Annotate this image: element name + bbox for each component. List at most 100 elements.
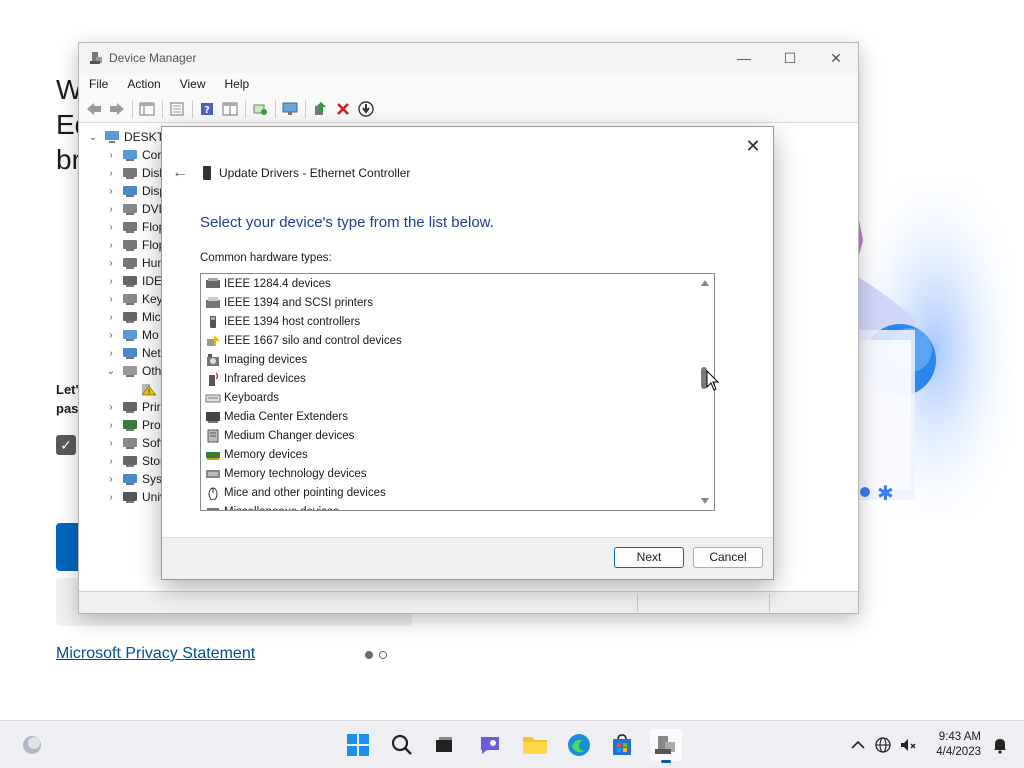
window-title: Device Manager (109, 51, 197, 65)
status-segment (769, 594, 770, 612)
expand-chevron-icon[interactable]: › (105, 420, 117, 431)
list-item-label: Medium Changer devices (224, 429, 355, 442)
toolbar-separator (162, 99, 163, 118)
chat-icon[interactable] (474, 729, 506, 761)
monitor-icon[interactable] (279, 99, 301, 119)
scroll-up-arrow-icon[interactable] (701, 280, 709, 286)
expand-chevron-icon[interactable]: › (105, 294, 117, 305)
show-hide-console-tree-icon[interactable] (136, 99, 158, 119)
forward-arrow-icon[interactable] (106, 99, 128, 119)
computer-icon (105, 131, 119, 143)
hardware-type-icon (207, 334, 220, 346)
svg-text:✱: ✱ (877, 481, 894, 505)
setup-checkbox[interactable]: ✓ (56, 435, 76, 455)
list-item-label: Keyboards (224, 391, 279, 404)
expand-chevron-icon[interactable]: › (105, 258, 117, 269)
maximize-button[interactable]: ☐ (767, 43, 813, 73)
expand-chevron-icon[interactable]: › (105, 348, 117, 359)
update-driver-icon[interactable] (309, 99, 331, 119)
clock[interactable]: 9:43 AM 4/4/2023 (936, 730, 981, 760)
expand-chevron-icon[interactable]: › (105, 474, 117, 485)
expand-chevron-icon[interactable]: › (105, 222, 117, 233)
uninstall-x-icon[interactable] (332, 99, 354, 119)
dialog-footer: Next Cancel (162, 537, 773, 579)
menu-help[interactable]: Help (225, 77, 250, 91)
minimize-button[interactable]: — (721, 43, 767, 73)
expand-chevron-icon[interactable]: › (105, 312, 117, 323)
list-item[interactable]: Infrared devices (201, 369, 714, 388)
list-item[interactable]: Miscellaneous devices (201, 502, 714, 510)
list-item[interactable]: Keyboards (201, 388, 714, 407)
menu-file[interactable]: File (89, 77, 108, 91)
help-icon[interactable]: ? (196, 99, 218, 119)
list-item-label: Infrared devices (224, 372, 306, 385)
page-dot[interactable] (379, 651, 387, 659)
start-windows-icon[interactable] (342, 729, 374, 761)
title-bar[interactable]: Device Manager — ☐ ✕ (79, 43, 858, 73)
expand-chevron-icon[interactable]: › (105, 402, 117, 413)
device-manager-taskbar-icon[interactable] (650, 729, 682, 763)
privacy-statement-link[interactable]: Microsoft Privacy Statement (56, 645, 255, 663)
list-item[interactable]: Memory devices (201, 445, 714, 464)
cancel-button[interactable]: Cancel (693, 547, 763, 568)
device-category-icon (123, 402, 137, 413)
close-window-button[interactable]: ✕ (813, 43, 859, 73)
hardware-types-list[interactable]: IEEE 1284.4 devices IEEE 1394 and SCSI pr… (200, 273, 715, 511)
list-item[interactable]: IEEE 1667 silo and control devices (201, 331, 714, 350)
toolbar: ? (79, 95, 858, 123)
notification-bell-icon[interactable] (984, 729, 1016, 761)
task-view-icon[interactable] (428, 729, 460, 761)
status-segment (637, 594, 638, 612)
collapse-chevron-icon[interactable]: ⌄ (105, 366, 117, 377)
expand-chevron-icon[interactable]: › (105, 492, 117, 503)
edge-browser-icon[interactable] (563, 729, 595, 761)
download-circle-icon[interactable] (355, 99, 377, 119)
list-item[interactable]: Imaging devices (201, 350, 714, 369)
widgets-icon[interactable] (16, 729, 48, 761)
close-icon[interactable]: ✕ (739, 133, 767, 159)
list-item[interactable]: IEEE 1284.4 devices (201, 274, 714, 293)
hardware-type-icon (206, 411, 220, 423)
expand-chevron-icon[interactable]: › (105, 150, 117, 161)
expand-chevron-icon[interactable]: › (105, 438, 117, 449)
back-arrow-icon[interactable]: ← (168, 163, 192, 183)
update-drivers-dialog: ✕ ← Update Drivers - Ethernet Controller… (161, 126, 774, 580)
expand-chevron-icon[interactable]: › (105, 186, 117, 197)
active-app-indicator (661, 760, 671, 763)
expand-chevron-icon[interactable]: › (105, 240, 117, 251)
search-icon[interactable] (386, 729, 418, 761)
back-arrow-icon[interactable] (83, 99, 105, 119)
expand-chevron-icon[interactable]: › (105, 168, 117, 179)
list-item-label: IEEE 1284.4 devices (224, 277, 331, 290)
list-item[interactable]: Medium Changer devices (201, 426, 714, 445)
device-category-icon (123, 204, 137, 215)
properties-icon[interactable] (166, 99, 188, 119)
menu-view[interactable]: View (180, 77, 206, 91)
view-icon[interactable] (219, 99, 241, 119)
scroll-down-arrow-icon[interactable] (701, 498, 709, 504)
expand-chevron-icon[interactable]: › (105, 276, 117, 287)
list-item[interactable]: IEEE 1394 and SCSI printers (201, 293, 714, 312)
expand-chevron-icon[interactable]: › (105, 204, 117, 215)
device-category-icon (123, 150, 137, 161)
list-item[interactable]: Memory technology devices (201, 464, 714, 483)
list-scrollbar[interactable] (697, 274, 714, 510)
file-explorer-icon[interactable] (519, 729, 551, 761)
volume-muted-icon[interactable] (892, 729, 924, 761)
list-item[interactable]: IEEE 1394 host controllers (201, 312, 714, 331)
device-category-icon (123, 366, 137, 377)
expand-chevron-icon[interactable]: › (105, 456, 117, 467)
hardware-type-icon (209, 372, 219, 386)
list-item[interactable]: Mice and other pointing devices (201, 483, 714, 502)
next-button[interactable]: Next (614, 547, 684, 568)
page-dot-active[interactable] (365, 651, 373, 659)
svg-text:!: ! (148, 388, 151, 396)
scan-hardware-icon[interactable] (249, 99, 271, 119)
store-icon[interactable] (606, 729, 638, 761)
device-category-icon (123, 258, 137, 269)
collapse-chevron-icon[interactable]: ⌄ (87, 132, 99, 143)
list-item[interactable]: Media Center Extenders (201, 407, 714, 426)
clock-date: 4/4/2023 (936, 746, 981, 758)
expand-chevron-icon[interactable]: › (105, 330, 117, 341)
menu-action[interactable]: Action (127, 77, 160, 91)
